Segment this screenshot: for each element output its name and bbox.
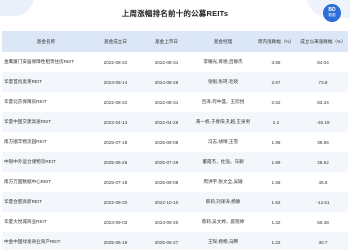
fund-manager-cell: 蔡莉,刘泽涛,杨静: [192, 192, 254, 212]
weekly-change-cell: 3.65: [271, 59, 281, 65]
fund-name-cell: 华夏首创奥莱REIT: [2, 72, 90, 92]
fund-name-cell: 华夏中国交建高速REIT: [2, 112, 90, 132]
table-row: 华夏中国交建高速REIT 2022-04-13 2022-04-28 黄一帆,于春阳,…: [2, 112, 348, 132]
listing-date-cell: 2025-08-08: [154, 139, 179, 145]
since-inception-change-cell: -30.18: [298, 112, 348, 132]
fund-manager-cell: 黄一帆,于春阳,孔越,王泉男: [192, 112, 254, 132]
table-row: 华夏首创奥莱REIT 2024-08-14 2024-08-28 张魁,张珂,毛晓 2.…: [2, 72, 348, 92]
column-header-weekly-change: 周内涨跌幅（%）: [254, 31, 298, 52]
column-header-change-since-inception: 成立以来涨跌幅（%）: [298, 31, 348, 52]
page: 上周涨幅排名前十的公募REITs BD 数据 基金名称 基金成立日 基金上市日 …: [0, 0, 350, 250]
established-date-cell: 2022-08-22: [103, 99, 128, 105]
established-date-cell: 2025-06-26: [90, 152, 141, 172]
since-inception-change-cell: 50.48: [317, 219, 329, 225]
column-header-established-date: 基金成立日: [90, 31, 141, 52]
logo-text-secondary: 数据: [328, 13, 336, 17]
established-date-cell: 2025-07-18: [103, 179, 128, 185]
fund-manager-cell: 冯志,胡晴,王雪: [207, 139, 239, 144]
reits-table: 基金名称 基金成立日 基金上市日 基金经理 周内涨跌幅（%） 成立以来涨跌幅（%…: [2, 31, 348, 250]
logo: BD 数据: [323, 4, 341, 22]
weekly-change-cell: 2.67: [254, 72, 298, 92]
table-row: 中银中外运仓储物流REIT 2025-06-26 2025-07-29 董霞杰，杜强，…: [2, 152, 348, 172]
fund-manager-cell: 王琛,杨畅,马腾: [192, 232, 254, 250]
since-inception-change-cell: 84.04: [317, 59, 329, 65]
table-row: 华夏合肥高新REIT 2022-09-20 2022-10-10 蔡莉,刘泽涛,杨静 1…: [2, 192, 348, 212]
table-row: 中金中国绿发商业资产REIT 2025-06-19 2025-06-27 王琛,杨畅,…: [2, 232, 348, 250]
listing-date-cell: 2022-08-31: [154, 59, 179, 65]
listing-date-cell: 2024-08-28: [141, 72, 192, 92]
weekly-change-cell: 1.32: [271, 219, 281, 225]
weekly-change-cell: 2.2: [254, 112, 298, 132]
fund-name-cell: 中金中国绿发商业资产REIT: [2, 232, 90, 250]
established-date-cell: 2025-06-19: [90, 232, 141, 250]
fund-manager-cell: 董霞杰，杜强，马颖: [192, 152, 254, 172]
established-date-cell: 2024-09-03: [103, 219, 128, 225]
fund-name-cell: 华夏大悦城商业REIT: [4, 219, 47, 224]
table-row: 华夏北京保障房REIT 2022-08-22 2022-08-31 吕泽,何中盛，王欣…: [2, 92, 348, 112]
fund-name-cell: 中银中外运仓储物流REIT: [2, 152, 90, 172]
table-body: 金鹰厦门安居保障性租赁住房REIT 2022-08-22 2022-08-31 李耀光…: [2, 52, 348, 250]
weekly-change-cell: 1.65: [271, 179, 281, 185]
listing-date-cell: 2022-08-31: [154, 99, 179, 105]
column-header-fund-manager: 基金经理: [192, 31, 254, 52]
fund-manager-cell: 李耀光,蒋德,吕静杰: [203, 59, 243, 64]
since-inception-change-cell: 39.56: [317, 139, 329, 145]
fund-name-cell: 华夏合肥高新REIT: [2, 192, 90, 212]
established-date-cell: 2022-04-13: [90, 112, 141, 132]
weekly-change-cell: 1.89: [254, 152, 298, 172]
page-title: 上周涨幅排名前十的公募REITs: [121, 9, 229, 18]
listing-date-cell: 2025-07-29: [141, 152, 192, 172]
since-inception-change-cell: 30.7: [298, 232, 348, 250]
fund-manager-cell: 周洪宇,张文全,吴珊: [203, 179, 243, 184]
listing-date-cell: 2025-06-27: [141, 232, 192, 250]
listing-date-cell: 2025-08-08: [154, 179, 179, 185]
weekly-change-cell: 2.52: [271, 99, 281, 105]
since-inception-change-cell: -12.51: [298, 192, 348, 212]
column-header-listing-date: 基金上市日: [141, 31, 192, 52]
since-inception-change-cell: 73.9: [298, 72, 348, 92]
weekly-change-cell: 1.23: [254, 232, 298, 250]
established-date-cell: 2025-07-18: [103, 139, 128, 145]
fund-name-cell: 南方万国数据中心REIT: [4, 179, 52, 184]
since-inception-change-cell: 83.34: [317, 99, 329, 105]
table-row: 南方万国数据中心REIT 2025-07-18 2025-08-08 周洪宇,张文全,…: [2, 172, 348, 192]
table-row: 金鹰厦门安居保障性租赁住房REIT 2022-08-22 2022-08-31 李耀光…: [2, 52, 348, 72]
established-date-cell: 2024-08-14: [90, 72, 141, 92]
since-inception-change-cell: 45.6: [318, 179, 328, 185]
fund-manager-cell: 张魁,张珂,毛晓: [192, 72, 254, 92]
since-inception-change-cell: 28.62: [298, 152, 348, 172]
fund-manager-cell: 蔡莉,吴文婷，庭晓婷: [201, 219, 245, 224]
fund-manager-cell: 吕泽,何中盛，王欣悦: [201, 99, 245, 104]
fund-name-cell: 华夏北京保障房REIT: [4, 99, 47, 104]
listing-date-cell: 2022-04-28: [141, 112, 192, 132]
table-header-row: 基金名称 基金成立日 基金上市日 基金经理 周内涨跌幅（%） 成立以来涨跌幅（%…: [2, 31, 348, 52]
established-date-cell: 2022-08-22: [103, 59, 128, 65]
table-row: 华夏大悦城商业REIT 2024-09-03 2024-09-20 蔡莉,吴文婷，庭晓…: [2, 212, 348, 232]
fund-name-cell: 南方顺丰物流园REIT: [4, 139, 47, 144]
fund-name-cell: 金鹰厦门安居保障性租赁住房REIT: [4, 59, 75, 64]
listing-date-cell: 2024-09-20: [154, 219, 179, 225]
listing-date-cell: 2022-10-10: [141, 192, 192, 212]
weekly-change-cell: 1.53: [254, 192, 298, 212]
table-row: 南方顺丰物流园REIT 2025-07-18 2025-08-08 冯志,胡晴,王雪 1…: [2, 132, 348, 152]
established-date-cell: 2022-09-20: [90, 192, 141, 212]
weekly-change-cell: 1.95: [271, 139, 281, 145]
column-header-fund-name: 基金名称: [2, 31, 90, 52]
